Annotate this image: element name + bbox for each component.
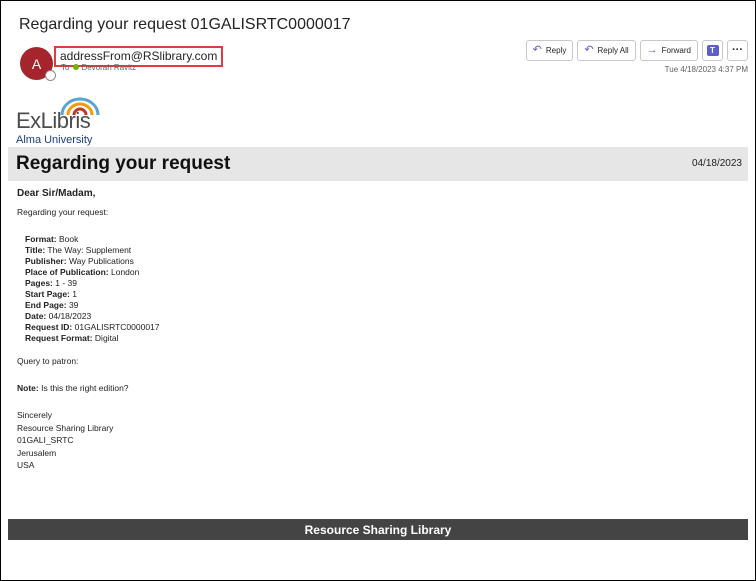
note-text: Note: Is this the right edition? [17,383,160,394]
reply-all-icon: ↶ [584,44,594,56]
letter-header-banner: Regarding your request 04/18/2023 [8,147,748,181]
detail-row: Request Format: Digital [25,333,119,343]
reply-label: Reply [545,46,567,55]
signature-line: 01GALI_SRTC [17,435,74,446]
greeting: Dear Sir/Madam, [17,188,96,199]
detail-row: Title: The Way: Supplement [25,245,132,255]
forward-button[interactable]: → Forward [639,40,698,61]
email-subject: Regarding your request 01GALISRTC0000017 [19,16,351,33]
detail-row: Pages: 1 - 39 [25,278,77,288]
recipient-name[interactable]: Devorah Ravitz [81,63,136,72]
logo-text: ExLibris [16,108,91,133]
signature-block: Sincerely Resource Sharing Library 01GAL… [17,410,160,473]
intro-text: Regarding your request: [17,207,109,217]
logo-subtitle: Alma University [16,134,93,146]
message-actions: ↶ Reply ↶ Reply All → Forward T ··· [525,40,748,61]
presence-status-icon [45,70,56,81]
detail-row: Start Page: 1 [25,289,77,299]
more-icon: ··· [732,44,743,56]
detail-row: End Page: 39 [25,300,79,310]
forward-label: Forward [661,46,691,55]
more-actions-button[interactable]: ··· [727,40,748,61]
recipient-presence-icon [73,64,80,70]
detail-row: Publisher: Way Publications [25,256,134,266]
request-details: Format: Book Title: The Way: Supplement … [17,234,160,344]
note-value: Is this the right edition? [41,383,129,393]
teams-button[interactable]: T [702,40,723,61]
reply-all-button[interactable]: ↶ Reply All [577,40,636,61]
detail-row: Format: Book [25,234,79,244]
letter-footer: Resource Sharing Library [8,519,748,540]
to-label: To [61,63,70,72]
detail-row: Request ID: 01GALISRTC0000017 [25,322,160,332]
forward-icon: → [646,44,658,56]
signature-line: Sincerely [17,410,52,420]
note-label: Note: [17,383,39,393]
letter-date: 04/18/2023 [691,158,742,169]
reply-all-label: Reply All [597,46,629,55]
teams-icon: T [706,45,719,56]
detail-row: Date: 04/18/2023 [25,311,92,321]
signature-line: USA [17,460,35,471]
query-text: Query to patron: [17,356,79,366]
signature-line: Resource Sharing Library [17,422,114,433]
letter-title: Regarding your request [16,153,231,174]
signature-line: Jerusalem [17,447,57,458]
message-timestamp: Tue 4/18/2023 4:37 PM [664,65,748,74]
letter-body: Dear Sir/Madam, Regarding your request: … [17,188,160,473]
reply-icon: ↶ [532,44,542,56]
recipient-line: To Devorah Ravitz [61,63,136,72]
avatar-initial: A [31,55,42,72]
detail-row: Place of Publication: London [25,267,140,277]
reply-button[interactable]: ↶ Reply [525,40,574,61]
